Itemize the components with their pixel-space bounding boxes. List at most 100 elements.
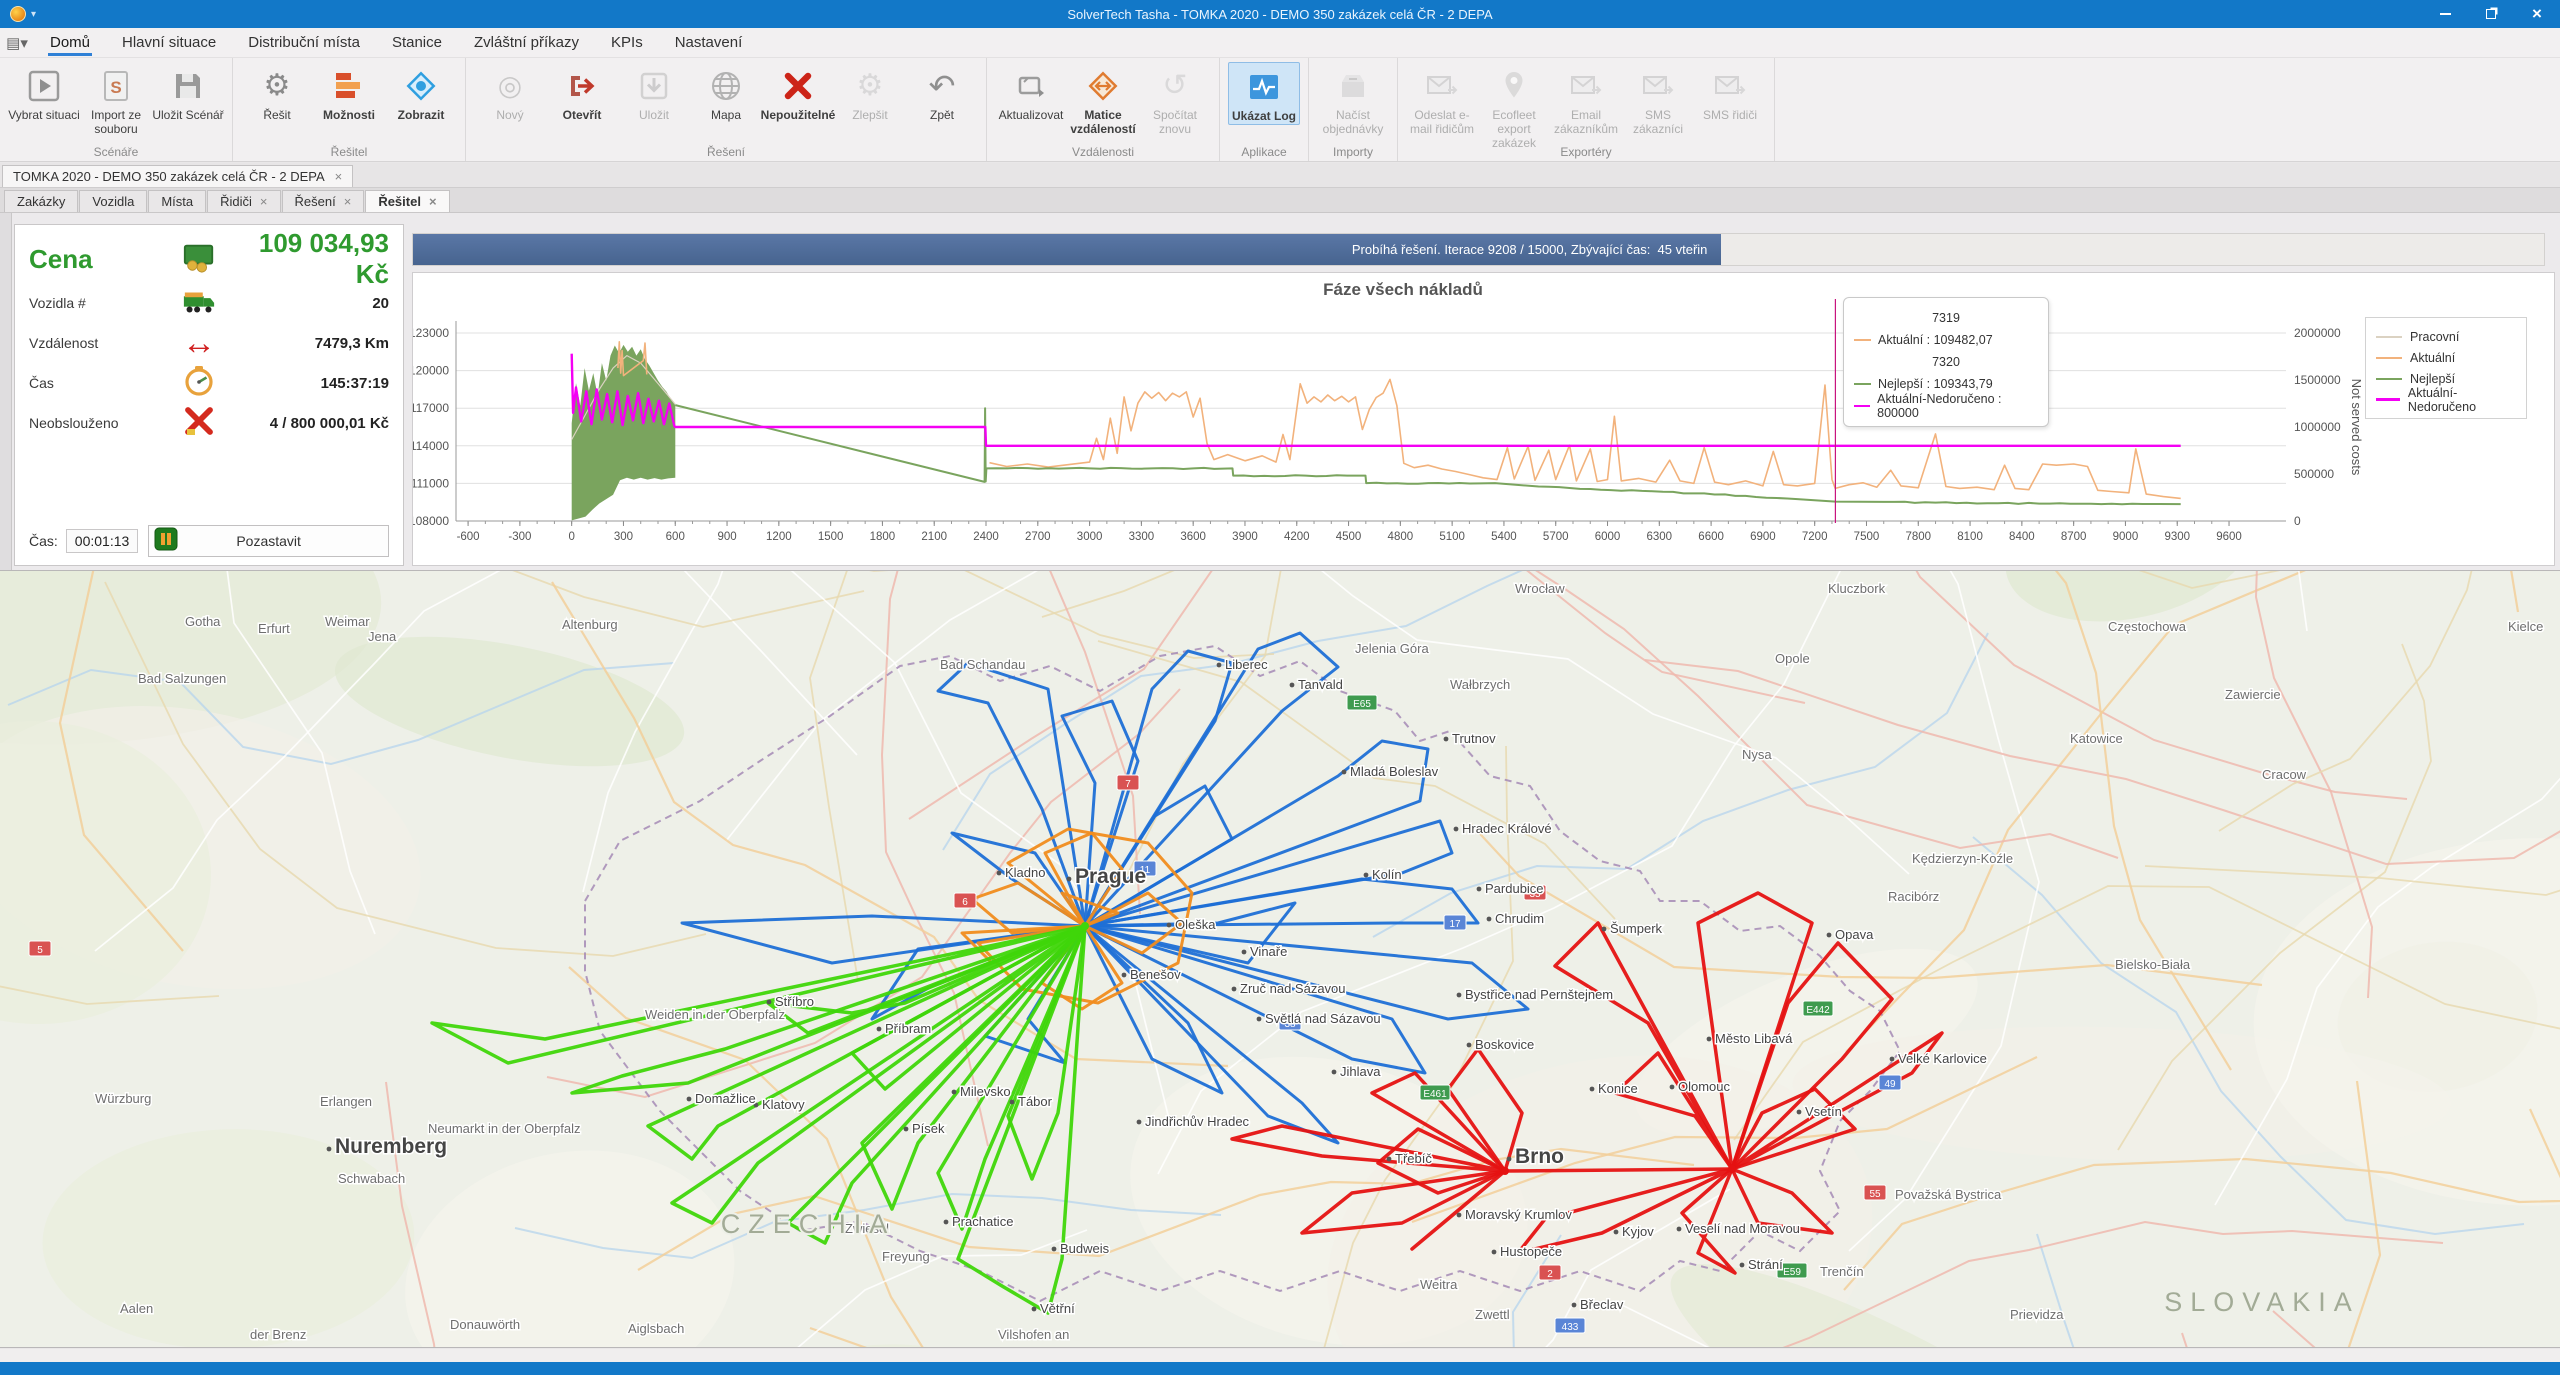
tab-close-icon[interactable]: × bbox=[335, 169, 343, 184]
ribbon-button-řešit[interactable]: ⚙Řešit bbox=[241, 62, 313, 123]
ribbon-button-ukázat-log[interactable]: Ukázat Log bbox=[1228, 62, 1300, 125]
ribbon-button-label: SMS zákazníci bbox=[1622, 109, 1694, 137]
road-shield: 6 bbox=[954, 893, 976, 908]
cost-chart-canvas[interactable]: Fáze všech nákladů1080001110001140001170… bbox=[413, 273, 2554, 565]
svg-text:Považská Bystrica: Považská Bystrica bbox=[1895, 1187, 2002, 1202]
menu-tab-zvl-tn-p-kazy[interactable]: Zvláštní příkazy bbox=[458, 28, 595, 57]
menu-tab-hlavn-situace[interactable]: Hlavní situace bbox=[106, 28, 232, 57]
stat-value: 4 / 800 000,01 Kč bbox=[229, 415, 389, 432]
map-city-label: Hradec Králové bbox=[1454, 821, 1552, 836]
svg-text:Neumarkt in der Oberpfalz: Neumarkt in der Oberpfalz bbox=[428, 1121, 580, 1136]
stat-label: Neobslouženo bbox=[29, 415, 169, 431]
minimize-button[interactable] bbox=[2422, 0, 2468, 28]
menu-tab-nastaven-[interactable]: Nastavení bbox=[659, 28, 759, 57]
view-tab-řešitel[interactable]: Řešitel× bbox=[365, 190, 449, 212]
ribbon-button-aktualizovat[interactable]: Aktualizovat bbox=[995, 62, 1067, 123]
svg-text:Prague: Prague bbox=[1075, 865, 1146, 888]
map-city-label: Olomouc bbox=[1670, 1079, 1731, 1094]
ribbon-button-otevřít[interactable]: Otevřít bbox=[546, 62, 618, 123]
left-splitter[interactable] bbox=[0, 213, 12, 570]
svg-text:Fáze všech nákladů: Fáze všech nákladů bbox=[1323, 280, 1483, 299]
ribbon-button-label: Nepoužitelné bbox=[761, 109, 836, 123]
stat-row-unserved: Neobslouženo 4 / 800 000,01 Kč bbox=[29, 403, 389, 443]
tab-close-icon[interactable]: × bbox=[344, 194, 352, 209]
view-tab-místa[interactable]: Místa bbox=[148, 190, 206, 212]
menu-tab-stanice[interactable]: Stanice bbox=[376, 28, 458, 57]
svg-text:E442: E442 bbox=[1806, 1005, 1830, 1016]
svg-text:Opava: Opava bbox=[1835, 927, 1874, 942]
ribbon-button-email-zákazníkům: Email zákazníkům bbox=[1550, 62, 1622, 137]
svg-text:Jelenia Góra: Jelenia Góra bbox=[1355, 641, 1429, 656]
stat-row-money: Cena109 034,93 Kč bbox=[29, 235, 389, 283]
map-city-label: Světlá nad Sázavou bbox=[1257, 1011, 1381, 1026]
stat-label: Cena bbox=[29, 244, 169, 275]
tooltip-row: Aktuální : 109482,07 bbox=[1854, 329, 2038, 351]
map-region-label: SLOVAKIA bbox=[2164, 1287, 2360, 1317]
ribbon-group-řešení: ◎NovýOtevřítUložitMapaNepoužitelné⚙Zlepš… bbox=[466, 58, 987, 161]
pause-button[interactable]: Pozastavit bbox=[148, 525, 389, 557]
view-tab-řešení[interactable]: Řešení× bbox=[282, 190, 365, 212]
menu-tab-dom-[interactable]: Domů bbox=[34, 28, 106, 57]
svg-text:6300: 6300 bbox=[1647, 531, 1673, 543]
ribbon-button-nepoužitelné[interactable]: Nepoužitelné bbox=[762, 62, 834, 123]
ribbon-button-mapa[interactable]: Mapa bbox=[690, 62, 762, 123]
view-tab-řidiči[interactable]: Řidiči× bbox=[207, 190, 280, 212]
svg-text:Hradec Králové: Hradec Králové bbox=[1462, 821, 1552, 836]
timer-value: 00:01:13 bbox=[66, 529, 139, 553]
ribbon-button-uložit-scénář[interactable]: Uložit Scénář bbox=[152, 62, 224, 123]
recalc-icon: ↺ bbox=[1162, 64, 1187, 108]
log-icon bbox=[1247, 65, 1281, 109]
document-tab[interactable]: TOMKA 2020 - DEMO 350 zakázek celá ČR - … bbox=[2, 165, 353, 187]
tab-close-icon[interactable]: × bbox=[260, 194, 268, 209]
restore-button[interactable] bbox=[2468, 0, 2514, 28]
import-icon: S bbox=[99, 64, 133, 108]
svg-text:Wałbrzych: Wałbrzych bbox=[1450, 677, 1510, 692]
svg-text:Donauwörth: Donauwörth bbox=[450, 1317, 520, 1332]
ribbon-button-zpět[interactable]: ↶Zpět bbox=[906, 62, 978, 123]
svg-text:Olomouc: Olomouc bbox=[1678, 1079, 1731, 1094]
ribbon-group-name: Řešení bbox=[466, 145, 986, 159]
svg-text:Weiden in der Oberpfalz: Weiden in der Oberpfalz bbox=[645, 1007, 785, 1022]
svg-text:Vilshofen an: Vilshofen an bbox=[998, 1327, 1069, 1342]
svg-text:4200: 4200 bbox=[1284, 531, 1310, 543]
svg-text:Schwabach: Schwabach bbox=[338, 1171, 405, 1186]
map-city-label: Hustopeče bbox=[1492, 1244, 1563, 1259]
route-map[interactable]: 7635525511173843349E461E442E59E65PragueB… bbox=[0, 570, 2560, 1348]
svg-text:8100: 8100 bbox=[1957, 531, 1983, 543]
ribbon-button-vybrat-situaci[interactable]: Vybrat situaci bbox=[8, 62, 80, 123]
file-menu-icon[interactable]: ▤▾ bbox=[0, 34, 34, 52]
cost-chart-panel[interactable]: Fáze všech nákladů1080001110001140001170… bbox=[412, 272, 2555, 566]
svg-text:6: 6 bbox=[962, 897, 968, 908]
view-tab-zakázky[interactable]: Zakázky bbox=[4, 190, 78, 212]
svg-text:7: 7 bbox=[1125, 779, 1131, 790]
show-icon bbox=[404, 64, 438, 108]
map-city-label: Kędzierzyn-Koźle bbox=[1912, 851, 2013, 866]
ribbon-button-možnosti[interactable]: Možnosti bbox=[313, 62, 385, 123]
road-shield: 49 bbox=[1879, 1075, 1901, 1090]
clock-icon bbox=[182, 364, 216, 403]
svg-text:Prievidza: Prievidza bbox=[2010, 1307, 2064, 1322]
map-city-label: Zruč nad Sázavou bbox=[1232, 981, 1346, 996]
ribbon-button-import-ze-souboru[interactable]: SImport ze souboru bbox=[80, 62, 152, 137]
map-city-label: Benešov bbox=[1122, 967, 1181, 982]
svg-text:Moravský Krumlov: Moravský Krumlov bbox=[1465, 1207, 1572, 1222]
map-city-label: Chrudim bbox=[1487, 911, 1545, 926]
map-city-label: Altenburg bbox=[562, 617, 618, 632]
ribbon-button-label: Uložit bbox=[639, 109, 669, 123]
chart-legend: PracovníAktuálníNejlepšíAktuální-Nedoruč… bbox=[2365, 317, 2527, 419]
svg-text:Kielce: Kielce bbox=[2508, 619, 2543, 634]
svg-text:Břeclav: Břeclav bbox=[1580, 1297, 1624, 1312]
svg-text:Freyung: Freyung bbox=[882, 1249, 930, 1264]
ribbon-button-label: Uložit Scénář bbox=[152, 109, 223, 123]
svg-text:Kyjov: Kyjov bbox=[1622, 1224, 1654, 1239]
ribbon-button-matice-vzdáleností[interactable]: Matice vzdáleností bbox=[1067, 62, 1139, 137]
ribbon-button-sms-zákazníci: SMS zákazníci bbox=[1622, 62, 1694, 137]
svg-text:2: 2 bbox=[1547, 1269, 1553, 1280]
menu-tab-distribu-n-m-sta[interactable]: Distribuční místa bbox=[232, 28, 376, 57]
map-city-label: Nuremberg bbox=[327, 1135, 447, 1158]
view-tab-vozidla[interactable]: Vozidla bbox=[79, 190, 147, 212]
tab-close-icon[interactable]: × bbox=[429, 194, 437, 209]
menu-tab-kpis[interactable]: KPIs bbox=[595, 28, 659, 57]
close-button[interactable]: × bbox=[2514, 0, 2560, 28]
ribbon-button-zobrazit[interactable]: Zobrazit bbox=[385, 62, 457, 123]
